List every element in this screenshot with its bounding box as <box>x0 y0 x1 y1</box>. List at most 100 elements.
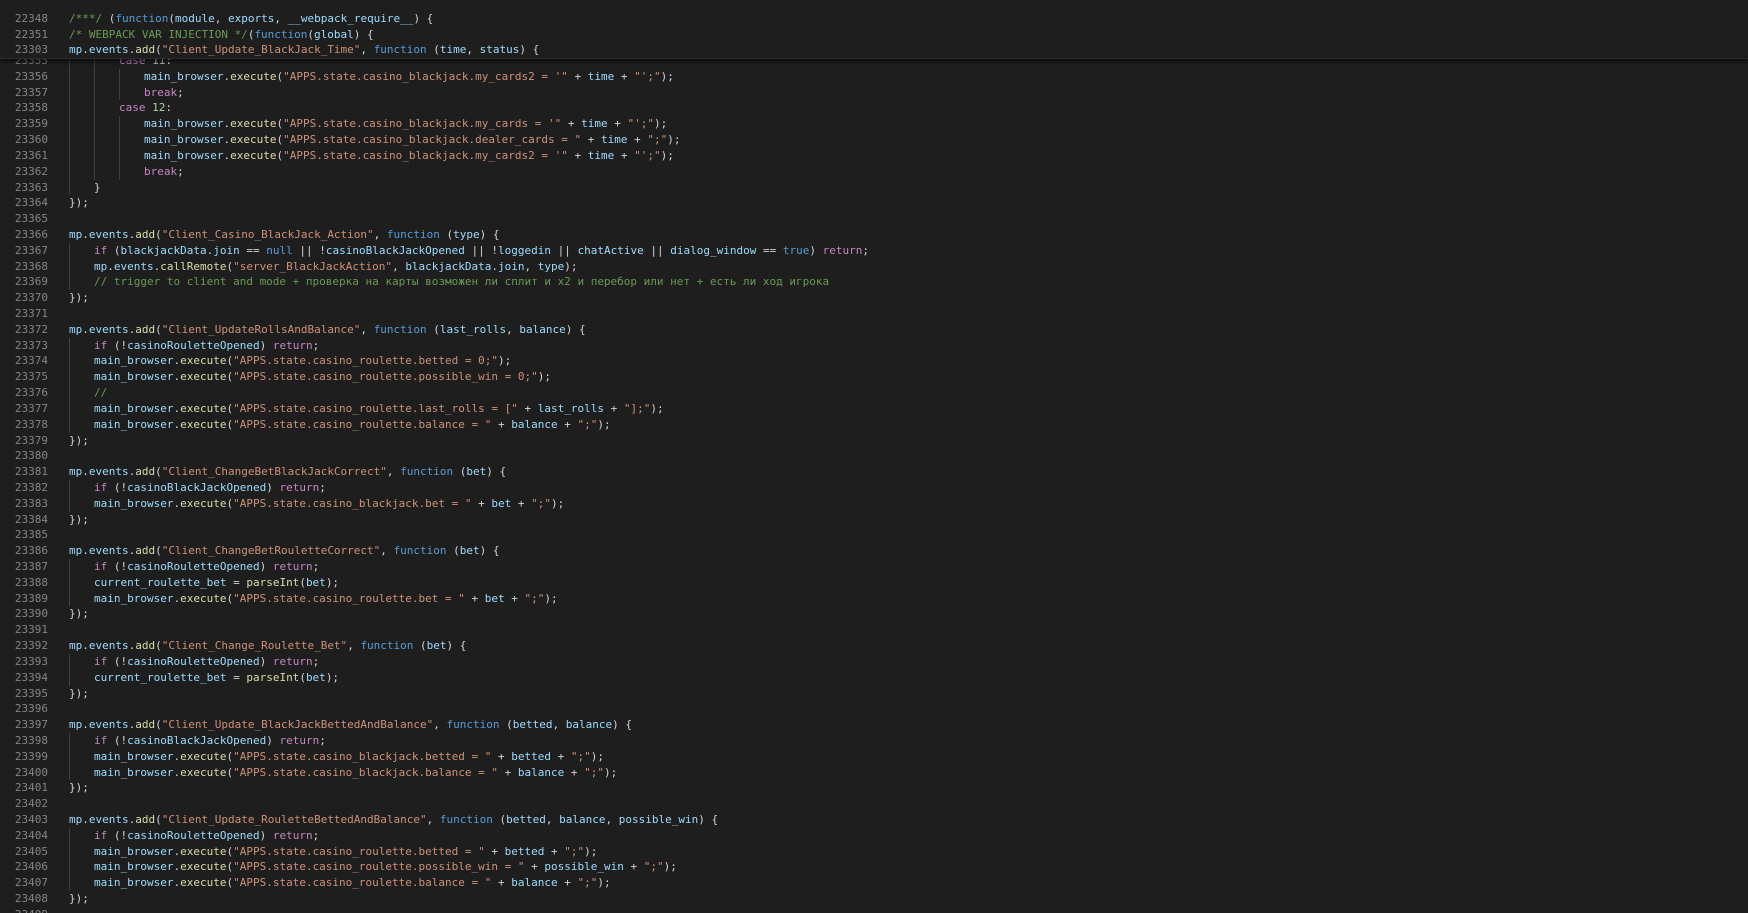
code-line[interactable]: 22351 /* WEBPACK VAR INJECTION */(functio… <box>0 27 1748 43</box>
code-line[interactable]: 23367 if (blackjackData.join == null || !… <box>0 242 1748 259</box>
code-token: casinoRouletteOpened <box>127 560 260 573</box>
code-token: ) <box>266 733 280 747</box>
indent-guide <box>69 559 70 575</box>
code-line[interactable]: 23394 current_roulette_bet = parseInt(bet… <box>0 669 1748 686</box>
line-number: 23393 <box>14 654 48 668</box>
code-editor[interactable]: 22348/***/ (function(module, exports, __… <box>0 0 1748 913</box>
code-token: join <box>498 259 525 273</box>
code-token: chatActive <box>577 243 644 257</box>
line-number: 23359 <box>14 117 48 131</box>
code-line[interactable]: 23360 main_browser.execute("APPS.state.ca… <box>0 132 1748 148</box>
code-line[interactable]: 23383 main_browser.execute("APPS.state.ca… <box>0 495 1748 512</box>
code-line[interactable]: 23409 <box>0 907 1748 913</box>
code-lines[interactable]: 23355 case 11: 23356 main_browser.execute("… <box>0 53 1748 913</box>
code-line[interactable]: 23403 mp.events.add("Client_Update_Roulet… <box>0 812 1748 828</box>
code-line[interactable]: 23379}); <box>0 433 1748 449</box>
code-line[interactable]: 23356 main_browser.execute("APPS.state.ca… <box>0 68 1748 85</box>
code-line[interactable]: 23364}); <box>0 195 1748 211</box>
indent-guide <box>69 84 70 101</box>
code-line[interactable]: 23374 main_browser.execute("APPS.state.ca… <box>0 353 1748 370</box>
code-line[interactable]: 23391 <box>0 622 1748 638</box>
code-token: ; <box>319 733 326 747</box>
code-token: ( <box>107 243 121 257</box>
code-line[interactable]: 23386 mp.events.add("Client_ChangeBetRoul… <box>0 543 1748 559</box>
code-line[interactable] <box>0 0 1748 11</box>
code-line[interactable]: 23357 break; <box>0 84 1748 101</box>
code-token: + <box>623 860 644 874</box>
code-line[interactable]: 23389 main_browser.execute("APPS.state.ca… <box>0 590 1748 607</box>
code-line[interactable]: 23376 // <box>0 385 1748 401</box>
code-line[interactable]: 23375 main_browser.execute("APPS.state.ca… <box>0 369 1748 386</box>
code-line[interactable]: 23397 mp.events.add("Client_Update_BlackJ… <box>0 717 1748 733</box>
code-line[interactable]: 23366 mp.events.add("Client_Casino_BlackJ… <box>0 227 1748 243</box>
code-line[interactable]: 23384}); <box>0 512 1748 528</box>
code-line[interactable]: 23362 break; <box>0 163 1748 180</box>
code-line[interactable]: 23363} <box>0 179 1748 196</box>
code-token: main_browser <box>94 401 174 415</box>
code-line[interactable]: 23381 mp.events.add("Client_ChangeBetBlac… <box>0 464 1748 480</box>
code-line[interactable]: 23387 if (!casinoRouletteOpened) return; <box>0 559 1748 575</box>
line-number: 23392 <box>14 639 48 653</box>
code-token: ; <box>312 560 320 573</box>
code-line[interactable]: 23385 <box>0 527 1748 543</box>
code-line[interactable]: 23368 mp.events.callRemote("server_BlackJ… <box>0 258 1748 275</box>
code-line[interactable]: 22348 /***/ (function(module, exports, __… <box>0 11 1748 27</box>
line-code: main_browser.execute("APPS.state.casino_… <box>69 590 558 607</box>
line-number: 23370 <box>14 291 48 305</box>
code-line[interactable]: 23365 <box>0 211 1748 227</box>
line-code: mp.events.add("Client_ChangeBetBlackJack… <box>69 464 506 480</box>
code-line[interactable]: 23369 // trigger to client and mode + про… <box>0 274 1748 291</box>
code-line[interactable]: 23400 main_browser.execute("APPS.state.ca… <box>0 764 1748 781</box>
code-line[interactable]: 23392 mp.events.add("Client_Change_Roulet… <box>0 638 1748 654</box>
code-token: return <box>279 733 320 747</box>
code-line[interactable]: 23399 main_browser.execute("APPS.state.ca… <box>0 748 1748 765</box>
sticky-scroll-header[interactable]: 22348/***/ (function(module, exports, __… <box>0 0 1748 60</box>
code-token: (! <box>107 338 128 352</box>
code-line[interactable]: 23303 mp.events.add("Client_Update_BlackJ… <box>0 42 1748 58</box>
code-token: ); <box>590 749 604 763</box>
indent-guide <box>69 385 70 401</box>
code-token: execute <box>180 860 227 874</box>
code-line[interactable]: 23405 main_browser.execute("APPS.state.ca… <box>0 843 1748 860</box>
code-line[interactable]: 23407 main_browser.execute("APPS.state.ca… <box>0 875 1748 892</box>
code-token: execute <box>180 844 227 858</box>
code-line[interactable]: 23373 if (!casinoRouletteOpened) return; <box>0 337 1748 354</box>
code-line[interactable]: 23404 if (!casinoRouletteOpened) return; <box>0 827 1748 844</box>
code-token: type <box>453 227 480 241</box>
code-token: ) { <box>413 11 434 25</box>
code-token: ) <box>259 338 273 352</box>
code-token: status <box>479 43 520 57</box>
code-line[interactable]: 23393 if (!casinoRouletteOpened) return; <box>0 653 1748 670</box>
code-line[interactable]: 23408}); <box>0 891 1748 907</box>
code-line[interactable]: 23401}); <box>0 780 1748 796</box>
line-code: main_browser.execute("APPS.state.casino_… <box>69 843 597 860</box>
code-token: dialog_window <box>670 243 757 257</box>
code-line[interactable]: 23371 <box>0 306 1748 322</box>
code-line[interactable]: 23382 if (!casinoBlackJackOpened) return; <box>0 479 1748 496</box>
code-line[interactable]: 23359 main_browser.execute("APPS.state.ca… <box>0 116 1748 133</box>
code-token: + <box>498 765 518 779</box>
indent-guide <box>69 843 70 860</box>
line-code: if (!casinoBlackJackOpened) return; <box>69 479 326 496</box>
code-line[interactable]: 23398 if (!casinoBlackJackOpened) return; <box>0 732 1748 749</box>
code-token: . <box>82 43 89 57</box>
code-token: , <box>360 322 374 336</box>
code-token: ) { <box>486 465 507 479</box>
code-token: events <box>88 813 129 826</box>
code-line[interactable]: 23395}); <box>0 686 1748 702</box>
code-line[interactable]: 23406 main_browser.execute("APPS.state.ca… <box>0 859 1748 876</box>
code-line[interactable]: 23402 <box>0 796 1748 812</box>
code-line[interactable]: 23377 main_browser.execute("APPS.state.ca… <box>0 400 1748 417</box>
code-line[interactable]: 23380 <box>0 448 1748 464</box>
code-token: break <box>144 164 178 178</box>
code-line[interactable]: 23396 <box>0 701 1748 717</box>
code-token: + <box>471 496 492 510</box>
code-line[interactable]: 23370}); <box>0 290 1748 306</box>
code-line[interactable]: 23372 mp.events.add("Client_UpdateRollsAn… <box>0 322 1748 338</box>
code-line[interactable]: 23388 current_roulette_bet = parseInt(bet… <box>0 574 1748 591</box>
indent-guide <box>119 68 120 85</box>
code-line[interactable]: 23358 case 12: <box>0 100 1748 117</box>
code-line[interactable]: 23390}); <box>0 606 1748 622</box>
code-line[interactable]: 23361 main_browser.execute("APPS.state.ca… <box>0 147 1748 164</box>
code-line[interactable]: 23378 main_browser.execute("APPS.state.ca… <box>0 416 1748 433</box>
